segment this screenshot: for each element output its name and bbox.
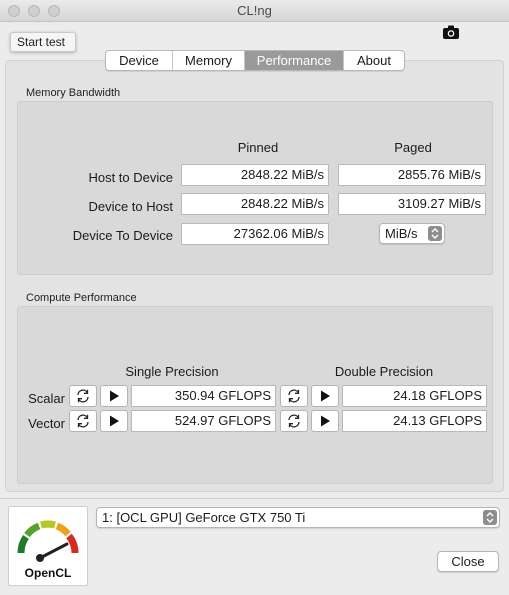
host-to-device-pinned-field[interactable]: 2848.22 MiB/s [181, 164, 329, 186]
paged-header: Paged [394, 140, 432, 155]
device-select[interactable]: 1: [OCL GPU] GeForce GTX 750 Ti [96, 507, 500, 528]
chevron-updown-icon [428, 226, 442, 241]
bottom-separator [0, 498, 509, 499]
vector-double-refresh-button[interactable] [280, 410, 308, 432]
title-bar: CL!ng [0, 0, 509, 22]
tab-about[interactable]: About [344, 51, 404, 70]
scalar-double-refresh-button[interactable] [280, 385, 308, 407]
opencl-logo-text: OpenCL [24, 566, 72, 580]
play-icon [321, 390, 330, 402]
start-test-tooltip: Start test [10, 32, 76, 52]
performance-panel: Memory Bandwidth Pinned Paged Host to De… [5, 60, 504, 492]
device-to-device-pinned-field[interactable]: 27362.06 MiB/s [181, 223, 329, 245]
device-to-host-paged-field[interactable]: 3109.27 MiB/s [338, 193, 486, 215]
vector-label: Vector [28, 416, 65, 431]
vector-single-field[interactable]: 524.97 GFLOPS [131, 410, 276, 432]
camera-icon[interactable] [443, 25, 459, 39]
scalar-double-field[interactable]: 24.18 GFLOPS [342, 385, 487, 407]
window-title: CL!ng [237, 3, 272, 18]
memory-bandwidth-title: Memory Bandwidth [26, 87, 121, 99]
device-select-value: 1: [OCL GPU] GeForce GTX 750 Ti [102, 510, 306, 525]
pinned-header: Pinned [237, 140, 279, 155]
close-button[interactable]: Close [437, 551, 499, 572]
memory-bandwidth-group: Pinned Paged Host to Device 2848.22 MiB/… [17, 101, 493, 275]
play-icon [110, 415, 119, 427]
vector-single-play-button[interactable] [100, 410, 128, 432]
scalar-single-field[interactable]: 350.94 GFLOPS [131, 385, 276, 407]
chevron-updown-icon [483, 510, 497, 525]
vector-single-refresh-button[interactable] [69, 410, 97, 432]
tab-device[interactable]: Device [106, 51, 173, 70]
scalar-single-refresh-button[interactable] [69, 385, 97, 407]
vector-double-play-button[interactable] [311, 410, 339, 432]
refresh-icon [288, 389, 300, 403]
tab-memory[interactable]: Memory [173, 51, 245, 70]
tab-performance[interactable]: Performance [245, 51, 344, 70]
refresh-icon [288, 414, 300, 428]
toolbar [0, 22, 509, 48]
scalar-label: Scalar [28, 391, 65, 406]
play-icon [110, 390, 119, 402]
single-precision-header: Single Precision [125, 364, 219, 379]
compute-performance-title: Compute Performance [26, 292, 137, 304]
device-to-device-label: Device To Device [72, 228, 173, 243]
device-to-host-label: Device to Host [88, 199, 173, 214]
vector-double-field[interactable]: 24.13 GFLOPS [342, 410, 487, 432]
scalar-single-play-button[interactable] [100, 385, 128, 407]
double-precision-header: Double Precision [334, 364, 434, 379]
device-to-host-pinned-field[interactable]: 2848.22 MiB/s [181, 193, 329, 215]
tab-bar: Device Memory Performance About [105, 50, 405, 71]
gauge-icon [17, 520, 79, 562]
host-to-device-label: Host to Device [88, 170, 173, 185]
unit-select-value: MiB/s [385, 226, 418, 241]
unit-select[interactable]: MiB/s [379, 223, 445, 244]
play-icon [321, 415, 330, 427]
refresh-icon [77, 414, 89, 428]
refresh-icon [77, 389, 89, 403]
compute-performance-group: Single Precision Double Precision Scalar… [17, 306, 493, 484]
host-to-device-paged-field[interactable]: 2855.76 MiB/s [338, 164, 486, 186]
scalar-double-play-button[interactable] [311, 385, 339, 407]
opencl-logo: OpenCL [8, 506, 88, 586]
